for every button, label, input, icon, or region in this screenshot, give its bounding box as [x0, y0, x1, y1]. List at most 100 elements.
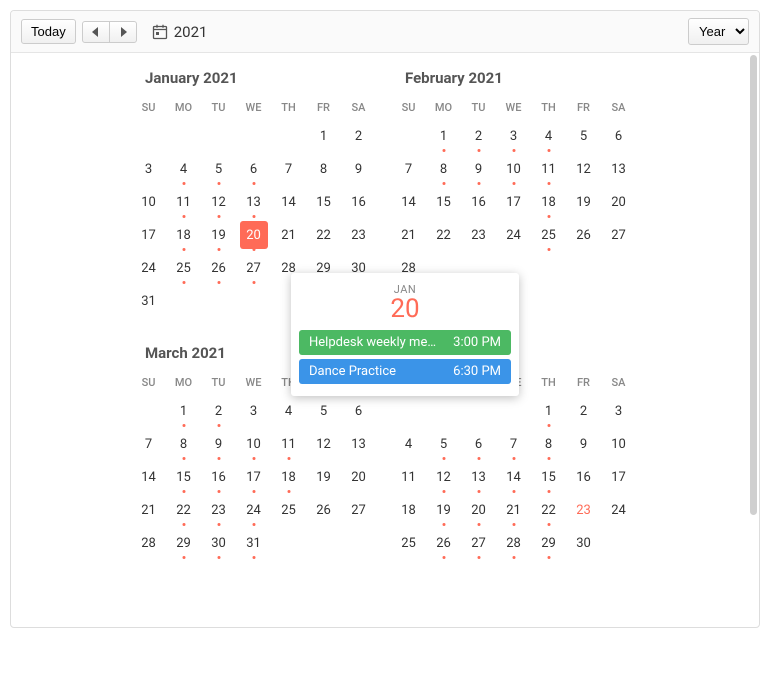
day-cell[interactable]: 5 — [570, 122, 598, 150]
day-cell[interactable]: 27 — [605, 221, 633, 249]
day-cell[interactable]: 15 — [170, 463, 198, 491]
day-cell[interactable]: 29 — [170, 529, 198, 557]
day-cell[interactable]: 16 — [345, 188, 373, 216]
day-cell[interactable]: 20 — [240, 221, 268, 249]
year-display[interactable]: 2021 — [152, 23, 208, 41]
day-cell[interactable]: 22 — [430, 221, 458, 249]
day-cell[interactable]: 9 — [205, 430, 233, 458]
day-cell[interactable]: 28 — [500, 529, 528, 557]
day-cell[interactable]: 26 — [310, 496, 338, 524]
day-cell[interactable]: 5 — [205, 155, 233, 183]
day-cell[interactable]: 15 — [535, 463, 563, 491]
day-cell[interactable]: 3 — [605, 397, 633, 425]
day-cell[interactable]: 6 — [345, 397, 373, 425]
event-row[interactable]: Dance Practice6:30 PM — [299, 359, 511, 384]
day-cell[interactable]: 7 — [135, 430, 163, 458]
day-cell[interactable]: 12 — [310, 430, 338, 458]
day-cell[interactable]: 5 — [310, 397, 338, 425]
day-cell[interactable]: 8 — [170, 430, 198, 458]
day-cell[interactable]: 18 — [535, 188, 563, 216]
day-cell[interactable]: 22 — [170, 496, 198, 524]
day-cell[interactable]: 17 — [500, 188, 528, 216]
day-cell[interactable]: 11 — [395, 463, 423, 491]
day-cell[interactable]: 10 — [500, 155, 528, 183]
day-cell[interactable]: 25 — [535, 221, 563, 249]
day-cell[interactable]: 7 — [395, 155, 423, 183]
day-cell[interactable]: 22 — [310, 221, 338, 249]
day-cell[interactable]: 6 — [605, 122, 633, 150]
day-cell[interactable]: 30 — [205, 529, 233, 557]
day-cell[interactable]: 2 — [205, 397, 233, 425]
day-cell[interactable]: 21 — [135, 496, 163, 524]
day-cell[interactable]: 21 — [275, 221, 303, 249]
day-cell[interactable]: 2 — [465, 122, 493, 150]
day-cell[interactable]: 21 — [500, 496, 528, 524]
day-cell[interactable]: 20 — [345, 463, 373, 491]
day-cell[interactable]: 1 — [535, 397, 563, 425]
day-cell[interactable]: 19 — [310, 463, 338, 491]
day-cell[interactable]: 1 — [170, 397, 198, 425]
day-cell[interactable]: 13 — [240, 188, 268, 216]
day-cell[interactable]: 27 — [345, 496, 373, 524]
day-cell[interactable]: 7 — [500, 430, 528, 458]
day-cell[interactable]: 17 — [135, 221, 163, 249]
day-cell[interactable]: 23 — [205, 496, 233, 524]
day-cell[interactable]: 19 — [205, 221, 233, 249]
day-cell[interactable]: 11 — [275, 430, 303, 458]
day-cell[interactable]: 13 — [465, 463, 493, 491]
day-cell[interactable]: 15 — [310, 188, 338, 216]
day-cell[interactable]: 1 — [430, 122, 458, 150]
day-cell[interactable]: 18 — [395, 496, 423, 524]
day-cell[interactable]: 8 — [430, 155, 458, 183]
day-cell[interactable]: 14 — [135, 463, 163, 491]
day-cell[interactable]: 23 — [345, 221, 373, 249]
day-cell[interactable]: 4 — [275, 397, 303, 425]
day-cell[interactable]: 2 — [345, 122, 373, 150]
view-select[interactable]: Year — [688, 18, 749, 45]
day-cell[interactable]: 23 — [570, 496, 598, 524]
day-cell[interactable]: 21 — [395, 221, 423, 249]
day-cell[interactable]: 14 — [395, 188, 423, 216]
day-cell[interactable]: 6 — [240, 155, 268, 183]
day-cell[interactable]: 13 — [605, 155, 633, 183]
day-cell[interactable]: 10 — [240, 430, 268, 458]
day-cell[interactable]: 11 — [170, 188, 198, 216]
next-button[interactable] — [109, 21, 137, 43]
day-cell[interactable]: 20 — [605, 188, 633, 216]
day-cell[interactable]: 26 — [205, 254, 233, 282]
day-cell[interactable]: 5 — [430, 430, 458, 458]
day-cell[interactable]: 24 — [605, 496, 633, 524]
day-cell[interactable]: 3 — [500, 122, 528, 150]
day-cell[interactable]: 25 — [275, 496, 303, 524]
day-cell[interactable]: 19 — [430, 496, 458, 524]
day-cell[interactable]: 14 — [500, 463, 528, 491]
day-cell[interactable]: 14 — [275, 188, 303, 216]
day-cell[interactable]: 15 — [430, 188, 458, 216]
day-cell[interactable]: 29 — [535, 529, 563, 557]
day-cell[interactable]: 6 — [465, 430, 493, 458]
day-cell[interactable]: 23 — [465, 221, 493, 249]
day-cell[interactable]: 16 — [465, 188, 493, 216]
today-button[interactable]: Today — [21, 19, 76, 44]
day-cell[interactable]: 25 — [170, 254, 198, 282]
scrollbar[interactable] — [750, 55, 757, 515]
day-cell[interactable]: 31 — [135, 287, 163, 315]
day-cell[interactable]: 9 — [345, 155, 373, 183]
year-scroll-area[interactable]: January 2021SUMOTUWETHFRSA12345678910111… — [11, 53, 759, 628]
day-cell[interactable]: 10 — [605, 430, 633, 458]
day-cell[interactable]: 11 — [535, 155, 563, 183]
day-cell[interactable]: 1 — [310, 122, 338, 150]
day-cell[interactable]: 26 — [430, 529, 458, 557]
day-cell[interactable]: 28 — [135, 529, 163, 557]
day-cell[interactable]: 30 — [570, 529, 598, 557]
day-cell[interactable]: 10 — [135, 188, 163, 216]
day-cell[interactable]: 12 — [205, 188, 233, 216]
day-cell[interactable]: 17 — [240, 463, 268, 491]
day-cell[interactable]: 3 — [240, 397, 268, 425]
day-cell[interactable]: 25 — [395, 529, 423, 557]
day-cell[interactable]: 8 — [535, 430, 563, 458]
day-cell[interactable]: 17 — [605, 463, 633, 491]
day-cell[interactable]: 24 — [135, 254, 163, 282]
event-row[interactable]: Helpdesk weekly me…3:00 PM — [299, 330, 511, 355]
day-cell[interactable]: 9 — [465, 155, 493, 183]
